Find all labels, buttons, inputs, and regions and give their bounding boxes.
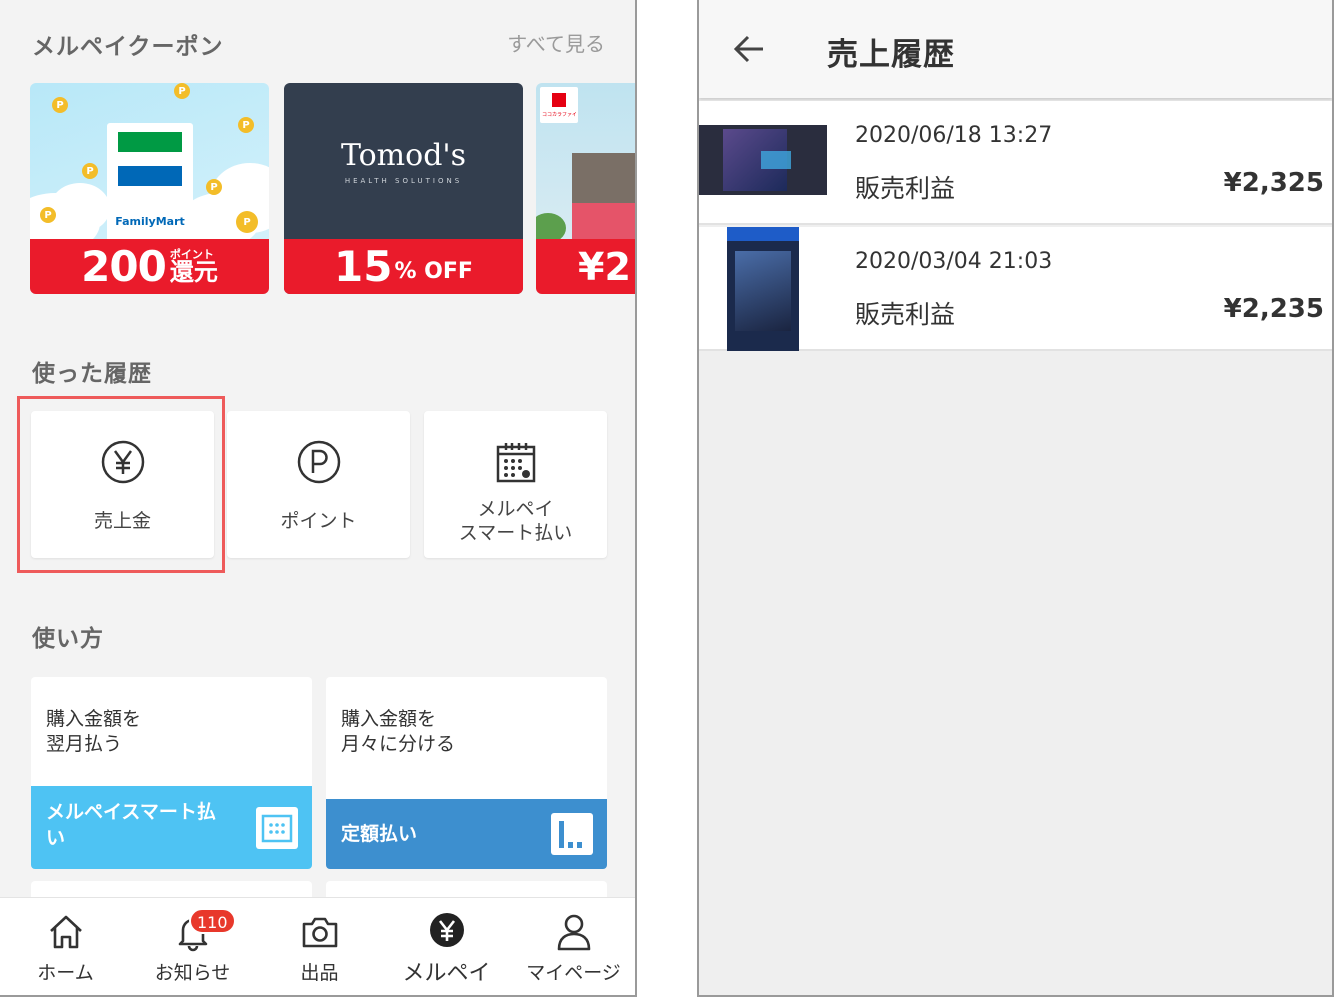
row-datetime: 2020/06/18 13:27 [855, 123, 1053, 148]
tile-label: ポイント [280, 510, 357, 532]
calendar-icon [256, 807, 298, 849]
point-coin-icon: P [238, 117, 254, 133]
camera-icon [256, 912, 383, 952]
product-thumbnail [727, 227, 799, 351]
bar-graph-icon [551, 813, 593, 855]
back-arrow-icon[interactable] [733, 34, 765, 64]
coupon-card-tomods[interactable]: Tomod's HEALTH SOLUTIONS 15 % OFF [284, 83, 523, 294]
nav-merpay[interactable]: メルペイ [383, 898, 510, 995]
nav-mypage[interactable]: マイページ [510, 898, 635, 995]
row-type: 販売利益 [855, 300, 956, 329]
product-thumbnail [699, 125, 827, 195]
tile-label: メルペイ スマート払い [458, 498, 573, 544]
see-all-link[interactable]: すべて見る [507, 28, 605, 57]
howto-card-text: 購入金額を 翌月払う [46, 708, 142, 755]
nav-home[interactable]: ホーム [2, 898, 129, 995]
row-amount: ¥2,325 [1223, 168, 1324, 198]
howto-card-bar: メルペイスマート払 い [31, 786, 312, 869]
page-title: 売上履歴 [827, 37, 955, 73]
nav-notifications[interactable]: 110 お知らせ [129, 898, 256, 995]
howto-card-text: 購入金額を 月々に分ける [341, 708, 456, 755]
point-coin-icon: P [206, 179, 222, 195]
notification-badge: 110 [189, 908, 236, 934]
coupon-section-title: メルペイクーポン [32, 34, 224, 60]
point-coin-icon: P [40, 207, 56, 223]
howto-card-smart-pay[interactable]: 購入金額を 翌月払う メルペイスマート払 い [31, 677, 312, 869]
home-icon [2, 912, 129, 952]
highlight-box [17, 396, 225, 573]
sales-history-row[interactable]: 2020/06/18 13:27 販売利益 ¥2,325 [699, 101, 1332, 225]
yen-filled-icon [383, 912, 510, 952]
point-coin-icon: P [52, 97, 68, 113]
tomods-logo-sub: HEALTH SOLUTIONS [344, 177, 463, 185]
coupon-offer-band: 200 ポイント 還元 [30, 239, 269, 294]
smart-pay-tile[interactable]: メルペイ スマート払い [424, 411, 607, 558]
points-tile[interactable]: ポイント [227, 411, 410, 558]
nav-sell[interactable]: 出品 [256, 898, 383, 995]
history-section-title: 使った履歴 [32, 361, 152, 387]
merpay-home-screen: メルペイクーポン すべて見る P P P P P P P FamilyMart … [0, 0, 637, 997]
howto-section-title: 使い方 [32, 626, 104, 652]
sales-history-row[interactable]: 2020/03/04 21:03 販売利益 ¥2,235 [699, 227, 1332, 351]
cocokara-logo: ココカラファイン [540, 87, 578, 123]
tomods-logo: Tomod's [340, 138, 467, 173]
coupon-offer-band: 15 % OFF [284, 239, 523, 294]
familymart-logo: FamilyMart [107, 123, 193, 243]
row-datetime: 2020/03/04 21:03 [855, 249, 1053, 274]
coupon-offer-band: ¥2 [536, 239, 635, 294]
sales-history-screen: 売上履歴 2020/06/18 13:27 販売利益 ¥2,325 2020/0… [697, 0, 1334, 997]
point-coin-icon: P [174, 83, 190, 99]
bottom-nav: ホーム 110 お知らせ 出品 メルペイ マイページ [0, 897, 635, 995]
cloud-decoration [50, 183, 110, 233]
howto-card-bar: 定額払い [326, 799, 607, 869]
row-type: 販売利益 [855, 174, 956, 203]
calendar-icon [424, 439, 607, 485]
p-circle-icon [227, 439, 410, 485]
howto-card-fixed-pay[interactable]: 購入金額を 月々に分ける 定額払い [326, 677, 607, 869]
row-amount: ¥2,235 [1223, 294, 1324, 324]
point-coin-icon: P [82, 163, 98, 179]
point-coin-icon: P [236, 211, 258, 233]
app-bar: 売上履歴 [699, 0, 1332, 98]
coupon-card-familymart[interactable]: P P P P P P P FamilyMart 200 ポイント 還元 [30, 83, 269, 294]
coupon-card-cocokara[interactable]: ココカラファイン ¥2 [536, 83, 635, 294]
person-icon [510, 912, 635, 952]
